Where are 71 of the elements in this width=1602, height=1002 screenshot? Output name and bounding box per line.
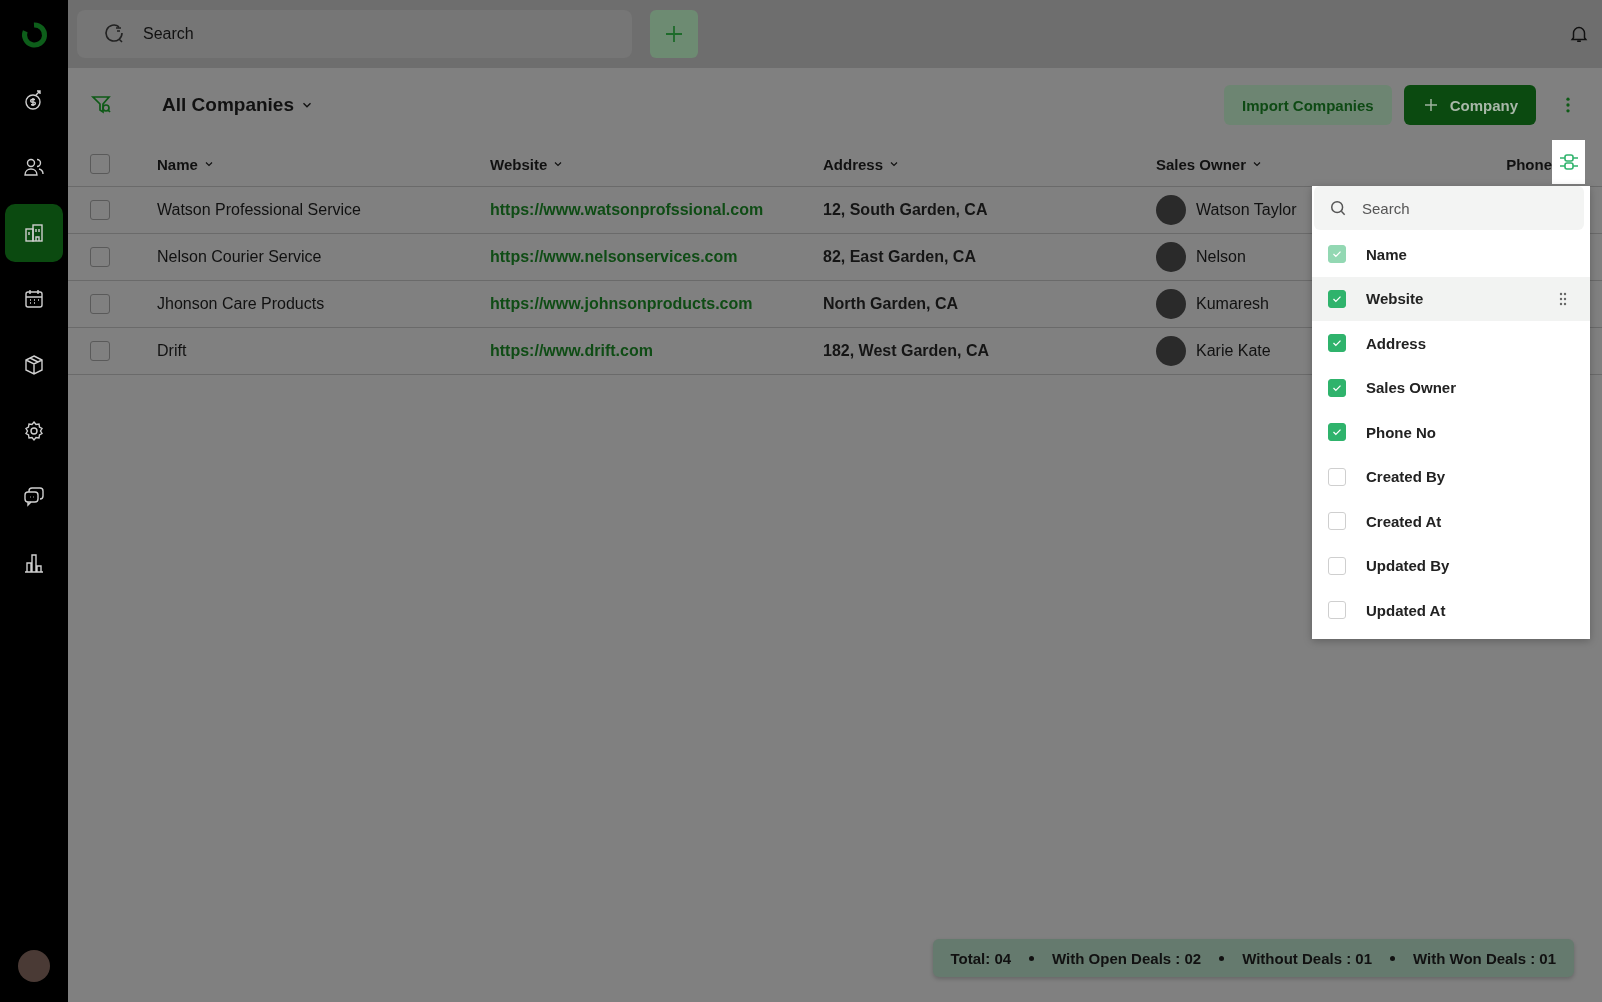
column-header[interactable]: Website [490, 155, 565, 173]
summary-stat: Without Deals : 01 [1242, 949, 1373, 967]
website-link[interactable]: https://www.drift.com [490, 342, 653, 359]
address-text: 182, West Garden, CA [823, 342, 989, 359]
settings-icon [22, 419, 46, 443]
bullet-separator [1390, 955, 1396, 961]
address-text: 12, South Garden, CA [823, 201, 988, 218]
bullet-separator [1029, 955, 1035, 961]
column-option[interactable]: Updated At [1312, 588, 1590, 633]
products-icon [22, 353, 46, 377]
owner-name: Karie Kate [1196, 342, 1271, 360]
add-company-button[interactable]: Company [1403, 85, 1536, 125]
column-option[interactable]: Phone No [1312, 410, 1590, 455]
companies-icon [22, 221, 46, 245]
view-dropdown[interactable]: All Companies [162, 94, 314, 116]
owner-name: Watson Taylor [1196, 201, 1297, 219]
column-option[interactable]: Created At [1312, 499, 1590, 544]
address-text: 82, East Garden, CA [823, 248, 976, 265]
column-header[interactable]: Phone [1506, 155, 1552, 173]
company-name: Watson Professional Service [157, 201, 361, 218]
website-link[interactable]: https://www.johnsonproducts.com [490, 295, 753, 312]
row-checkbox[interactable] [90, 294, 110, 314]
column-search-field[interactable]: Search [1314, 186, 1584, 230]
chat-icon [22, 485, 46, 509]
column-header[interactable]: Address [823, 155, 901, 173]
website-link[interactable]: https://www.nelsonservices.com [490, 248, 738, 265]
column-option[interactable]: Website [1312, 276, 1590, 321]
add-button[interactable] [650, 10, 698, 58]
row-checkbox[interactable] [90, 247, 110, 267]
website-link[interactable]: https://www.watsonprofssional.com [490, 201, 764, 218]
search-icon [1328, 198, 1348, 218]
column-checkbox[interactable] [1328, 512, 1346, 531]
column-checkbox[interactable] [1328, 423, 1346, 442]
search-field[interactable]: Search [77, 10, 632, 58]
bullet-separator [1219, 955, 1225, 961]
column-option[interactable]: Updated By [1312, 543, 1590, 588]
column-header[interactable]: Sales Owner [1156, 155, 1264, 173]
column-checkbox[interactable] [1328, 289, 1346, 308]
column-checkbox[interactable] [1328, 601, 1346, 620]
owner-avatar [1156, 242, 1186, 272]
owner-name: Kumaresh [1196, 295, 1269, 313]
reports-icon [22, 551, 46, 575]
calendar-icon [22, 287, 46, 311]
owner-name: Nelson [1196, 248, 1246, 266]
column-header[interactable]: Name [157, 155, 215, 173]
nav-companies-button[interactable] [5, 204, 63, 262]
column-option[interactable]: Address [1312, 321, 1590, 366]
company-name: Jhonson Care Products [157, 295, 325, 312]
user-avatar[interactable] [18, 950, 50, 982]
row-checkbox[interactable] [90, 341, 110, 361]
import-button[interactable]: Import Companies [1223, 85, 1392, 125]
summary-stat: With Won Deals : 01 [1413, 949, 1556, 967]
company-name: Nelson Courier Service [157, 248, 322, 265]
owner-avatar [1156, 289, 1186, 319]
summary-stat: Total: 04 [950, 949, 1012, 967]
column-option[interactable]: Created By [1312, 454, 1590, 499]
column-checkbox[interactable] [1328, 467, 1346, 486]
company-name: Drift [157, 342, 187, 359]
column-checkbox[interactable] [1328, 378, 1346, 397]
summary-stat: With Open Deals : 02 [1052, 949, 1202, 967]
address-text: North Garden, CA [823, 295, 959, 312]
drag-handle-icon[interactable] [1558, 291, 1568, 306]
owner-avatar [1156, 336, 1186, 366]
column-settings-button[interactable] [1552, 140, 1585, 184]
column-checkbox[interactable] [1328, 334, 1346, 353]
row-checkbox[interactable] [90, 200, 110, 220]
column-option[interactable]: Sales Owner [1312, 365, 1590, 410]
logo-icon [19, 20, 49, 50]
owner-avatar [1156, 195, 1186, 225]
select-all-checkbox[interactable] [90, 154, 110, 174]
column-checkbox[interactable] [1328, 556, 1346, 575]
